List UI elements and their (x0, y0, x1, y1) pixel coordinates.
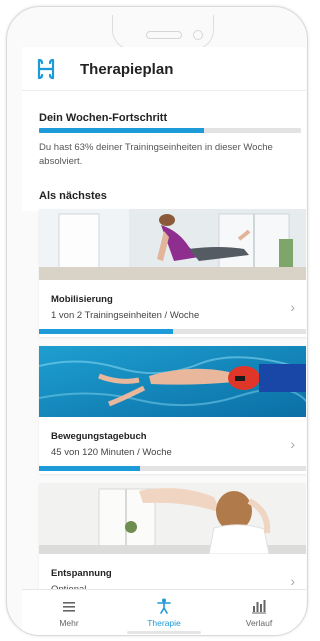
chevron-right-icon: › (290, 573, 295, 589)
card-progress-bar (39, 329, 306, 334)
card-progress-fill (39, 466, 140, 471)
app-logo-icon (37, 58, 55, 80)
camera-icon (193, 30, 203, 40)
nav-label: Mehr (59, 618, 79, 628)
chevron-right-icon: › (290, 436, 295, 452)
card-subtitle: 45 von 120 Minuten / Woche (51, 447, 172, 458)
nav-item-verlauf[interactable]: Verlauf (212, 590, 306, 635)
nav-label: Therapie (147, 618, 181, 628)
stretching-woman-photo (39, 483, 306, 554)
card-progress-bar (39, 466, 306, 471)
chevron-right-icon: › (290, 299, 295, 315)
card-mobilisierung[interactable]: Mobilisierung 1 von 2 Trainingseinheiten… (39, 209, 306, 337)
card-progress-fill (39, 329, 173, 334)
nav-item-therapie[interactable]: Therapie (117, 590, 211, 635)
nav-item-mehr[interactable]: Mehr (22, 590, 116, 635)
app-header: Therapieplan (22, 47, 306, 91)
next-heading: Als nächstes (39, 190, 107, 202)
weekly-progress-bar (39, 128, 301, 133)
app-screen: Therapieplan Dein Wochen-Fortschritt Du … (22, 47, 306, 635)
home-indicator (127, 631, 201, 634)
nav-label: Verlauf (245, 618, 273, 628)
swimmer-photo (39, 346, 306, 417)
weekly-progress-fill (39, 128, 205, 133)
card-title: Mobilisierung (51, 294, 113, 305)
speaker-icon (146, 31, 182, 39)
card-subtitle: 1 von 2 Trainingseinheiten / Woche (51, 310, 200, 321)
card-entspannung[interactable]: Entspannung Optional › (39, 483, 306, 603)
card-bewegungstagebuch[interactable]: Bewegungstagebuch 45 von 120 Minuten / W… (39, 346, 306, 474)
card-title: Bewegungstagebuch (51, 431, 147, 442)
page-title: Therapieplan (80, 61, 174, 78)
bottom-navigation: Mehr Therapie Verlauf (22, 589, 306, 635)
woman-exercise-photo (39, 209, 306, 280)
person-icon (157, 598, 171, 614)
card-title: Entspannung (51, 568, 112, 579)
bar-chart-icon (252, 600, 266, 614)
menu-icon (63, 602, 75, 612)
weekly-progress-heading: Dein Wochen-Fortschritt (39, 112, 168, 124)
phone-frame: Therapieplan Dein Wochen-Fortschritt Du … (6, 6, 308, 636)
weekly-progress-text: Du hast 63% deiner Trainingseinheiten in… (39, 142, 273, 167)
